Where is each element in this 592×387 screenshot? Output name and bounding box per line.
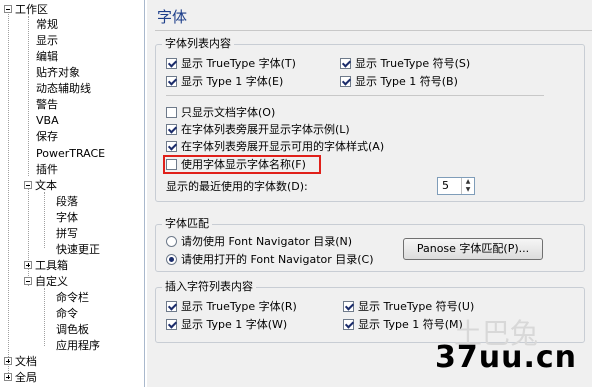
tree-item-font[interactable]: 字体: [56, 210, 78, 225]
show-styles-checkbox[interactable]: 在字体列表旁展开显示可用的字体样式(A): [166, 140, 384, 154]
show-sample-checkbox[interactable]: 在字体列表旁展开显示字体示例(L): [166, 123, 350, 137]
tree-item-edit[interactable]: 编辑: [36, 49, 58, 64]
recent-fonts-spinner[interactable]: 5 ▲ ▼: [437, 177, 475, 195]
checkbox-checked-icon[interactable]: [343, 301, 354, 312]
radio-selected-icon[interactable]: [166, 254, 177, 265]
char-type1-font-checkbox[interactable]: 显示 Type 1 字体(W): [166, 318, 287, 332]
tree-item-vba[interactable]: VBA: [36, 113, 59, 128]
checkbox-checked-icon[interactable]: [166, 58, 177, 69]
panose-match-button[interactable]: Panose 字体匹配(P)...: [403, 238, 543, 260]
char-truetype-font-checkbox[interactable]: 显示 TrueType 字体(R): [166, 300, 297, 314]
font-list-group-title: 字体列表内容: [162, 37, 234, 51]
tree-item-display[interactable]: 显示: [36, 33, 58, 48]
tree-item-plugins[interactable]: 插件: [36, 162, 58, 177]
doc-fonts-only-checkbox[interactable]: 只显示文档字体(O): [166, 106, 275, 120]
options-tree: 工作区 常规 显示 编辑 贴齐对象 动态辅助线 警告 VBA 保存 PowerT…: [0, 0, 145, 387]
spin-down-icon[interactable]: ▼: [462, 186, 474, 194]
tree-item-palettes[interactable]: 调色板: [56, 322, 89, 337]
divider: [166, 95, 544, 96]
collapse-icon[interactable]: [24, 277, 32, 285]
recent-fonts-label: 显示的最近使用的字体数(D):: [166, 180, 308, 193]
checkbox-checked-icon[interactable]: [166, 141, 177, 152]
collapse-icon[interactable]: [4, 5, 12, 13]
tree-item-commands[interactable]: 命令: [56, 306, 78, 321]
tree-item-quickcorrect[interactable]: 快速更正: [56, 242, 100, 257]
use-font-navigator-radio[interactable]: 请使用打开的 Font Navigator 目录(C): [166, 253, 374, 267]
tree-line: [44, 288, 45, 346]
tree-item-warnings[interactable]: 警告: [36, 97, 58, 112]
recent-fonts-value[interactable]: 5: [442, 179, 449, 192]
tree-line: [44, 192, 45, 248]
spin-up-icon[interactable]: ▲: [462, 178, 474, 186]
truetype-symbol-checkbox[interactable]: 显示 TrueType 符号(S): [340, 57, 470, 71]
checkbox-checked-icon[interactable]: [166, 301, 177, 312]
checkbox-checked-icon[interactable]: [340, 58, 351, 69]
expand-icon[interactable]: [4, 373, 12, 381]
checkbox-checked-icon[interactable]: [166, 319, 177, 330]
tree-item-save[interactable]: 保存: [36, 129, 58, 144]
tree-item-commandbars[interactable]: 命令栏: [56, 290, 89, 305]
checkbox-checked-icon[interactable]: [166, 124, 177, 135]
tree-item-powertrace[interactable]: PowerTRACE: [36, 146, 105, 161]
tree-line: [28, 16, 29, 176]
collapse-icon[interactable]: [24, 181, 32, 189]
tree-line: [28, 186, 29, 286]
type1-font-checkbox[interactable]: 显示 Type 1 字体(E): [166, 75, 283, 89]
char-type1-symbol-checkbox[interactable]: 显示 Type 1 符号(M): [343, 318, 463, 332]
page-title: 字体: [157, 8, 188, 26]
type1-symbol-checkbox[interactable]: 显示 Type 1 符号(B): [340, 75, 458, 89]
tree-item-general[interactable]: 常规: [36, 17, 58, 32]
insert-char-group-title: 插入字符列表内容: [162, 280, 256, 294]
divider: [155, 30, 592, 31]
highlight-box: [163, 155, 321, 174]
radio-unselected-icon[interactable]: [166, 236, 177, 247]
tree-item-snap[interactable]: 贴齐对象: [36, 65, 80, 80]
tree-item-spelling[interactable]: 拼写: [56, 226, 78, 241]
tree-line: [8, 12, 9, 377]
no-font-navigator-radio[interactable]: 请勿使用 Font Navigator 目录(N): [166, 235, 352, 249]
tree-item-dynamic-guides[interactable]: 动态辅助线: [36, 81, 91, 96]
font-match-group-title: 字体匹配: [162, 217, 212, 231]
expand-icon[interactable]: [24, 261, 32, 269]
checkbox-unchecked-icon[interactable]: [166, 107, 177, 118]
truetype-font-checkbox[interactable]: 显示 TrueType 字体(T): [166, 57, 296, 71]
watermark-domain: 37uu.cn: [435, 340, 577, 375]
checkbox-checked-icon[interactable]: [340, 76, 351, 87]
spinner-buttons[interactable]: ▲ ▼: [461, 178, 474, 194]
checkbox-checked-icon[interactable]: [343, 319, 354, 330]
tree-item-paragraph[interactable]: 段落: [56, 194, 78, 209]
expand-icon[interactable]: [4, 357, 12, 365]
checkbox-checked-icon[interactable]: [166, 76, 177, 87]
tree-item-application[interactable]: 应用程序: [56, 338, 100, 353]
